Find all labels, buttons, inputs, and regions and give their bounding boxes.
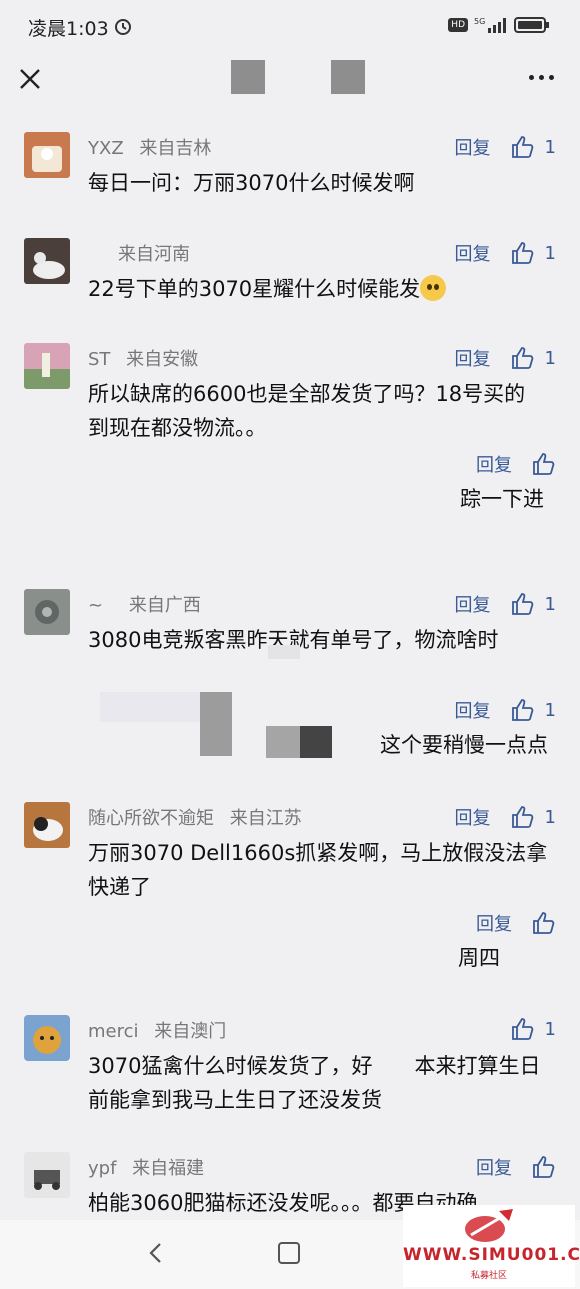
- watermark-text: WWW.SIMU001.CN: [403, 1245, 580, 1265]
- username[interactable]: ypf: [88, 1158, 116, 1179]
- username[interactable]: ST: [88, 349, 110, 370]
- redacted-title-block: [231, 60, 265, 94]
- reply-button[interactable]: 回复: [476, 451, 512, 477]
- redacted-block: [268, 645, 300, 659]
- username[interactable]: ~: [88, 595, 103, 616]
- like-count: 1: [544, 347, 556, 369]
- thumbs-up-icon[interactable]: [511, 346, 535, 370]
- watermark: WWW.SIMU001.CN 私募社区: [403, 1205, 580, 1287]
- svg-text:5G: 5G: [474, 17, 485, 26]
- avatar[interactable]: [24, 343, 70, 389]
- reply-button[interactable]: 回复: [455, 804, 491, 830]
- comment-text: 3080电竞叛客黑昨天就有单号了，物流啥时: [88, 628, 499, 652]
- back-icon[interactable]: [148, 1242, 164, 1264]
- username[interactable]: merci: [88, 1021, 139, 1042]
- thumbs-up-icon[interactable]: [511, 1017, 535, 1041]
- avatar[interactable]: [24, 802, 70, 848]
- sub-reply-text: 这个要稍慢一点点: [380, 733, 548, 757]
- signal-icon: 5G: [474, 17, 506, 33]
- thumbs-up-icon[interactable]: [511, 241, 535, 265]
- avatar[interactable]: [24, 1015, 70, 1061]
- thumbs-up-icon[interactable]: [532, 911, 556, 935]
- thumbs-up-icon[interactable]: [511, 592, 535, 616]
- like-count: 1: [544, 1018, 556, 1040]
- reply-button[interactable]: 回复: [455, 134, 491, 160]
- avatar[interactable]: [24, 589, 70, 635]
- reply-button[interactable]: 回复: [455, 240, 491, 266]
- battery-icon: [514, 17, 549, 33]
- thumbs-up-icon[interactable]: [511, 698, 535, 722]
- location: 来自江苏: [229, 808, 302, 829]
- like-count: 1: [544, 242, 556, 264]
- thumbs-up-icon[interactable]: [511, 135, 535, 159]
- location: 来自吉林: [139, 138, 212, 159]
- hd-icon: HD: [448, 18, 468, 32]
- location: 来自河南: [118, 244, 190, 265]
- thumbs-up-icon[interactable]: [532, 1155, 556, 1179]
- redacted-block: [266, 726, 300, 758]
- comment-text: 所以缺席的6600也是全部发货了吗？18号买的到现在都没物流。。: [88, 382, 526, 440]
- comment-text: 每日一问：万丽3070什么时候发啊: [88, 171, 415, 195]
- redacted-block: [300, 726, 332, 758]
- home-icon[interactable]: [278, 1242, 300, 1264]
- alarm-icon: [115, 19, 131, 35]
- sub-reply-text: 踪一下进: [460, 487, 544, 511]
- avatar[interactable]: [24, 1152, 70, 1198]
- location: 来自澳门: [154, 1021, 227, 1042]
- close-icon[interactable]: [18, 67, 42, 91]
- like-count: 1: [544, 699, 556, 721]
- avatar[interactable]: [24, 132, 70, 178]
- reply-button[interactable]: 回复: [476, 1154, 512, 1180]
- pleading-face-emoji-icon: [420, 275, 447, 301]
- avatar[interactable]: [24, 238, 70, 284]
- redacted-title-block: [331, 60, 365, 94]
- reply-button[interactable]: 回复: [455, 697, 491, 723]
- redacted-block: [200, 692, 232, 756]
- reply-button[interactable]: 回复: [455, 345, 491, 371]
- location: 来自福建: [132, 1158, 205, 1179]
- top-bar: [0, 52, 580, 112]
- comment-text: 万丽3070 Dell1660s抓紧发啊，马上放假没法拿快递了: [88, 841, 548, 899]
- reply-button[interactable]: 回复: [455, 591, 491, 617]
- username[interactable]: YXZ: [88, 138, 124, 159]
- location: 来自安徽: [126, 349, 199, 370]
- status-bar: 凌晨1:03 HD 5G: [0, 0, 580, 52]
- watermark-logo: [465, 1209, 513, 1242]
- like-count: 1: [544, 136, 556, 158]
- thumbs-up-icon[interactable]: [532, 452, 556, 476]
- like-count: 1: [544, 593, 556, 615]
- location: 来自广西: [128, 595, 201, 616]
- comment-text: 22号下单的3070星耀什么时候能发: [88, 277, 421, 301]
- more-icon[interactable]: [529, 75, 554, 80]
- system-icons: HD 5G: [448, 16, 550, 34]
- status-time: 凌晨1:03: [28, 18, 109, 40]
- thumbs-up-icon[interactable]: [511, 805, 535, 829]
- like-count: 1: [544, 806, 556, 828]
- comment-text: 3070猛禽什么时候发货了，好 本来打算生日前能拿到我马上生日了还没发货: [88, 1054, 541, 1112]
- redacted-block: [100, 692, 200, 722]
- reply-button[interactable]: 回复: [476, 910, 512, 936]
- sub-reply-text: 周四: [458, 946, 500, 970]
- watermark-subtext: 私募社区: [470, 1271, 507, 1281]
- username[interactable]: 随心所欲不逾矩: [88, 808, 214, 829]
